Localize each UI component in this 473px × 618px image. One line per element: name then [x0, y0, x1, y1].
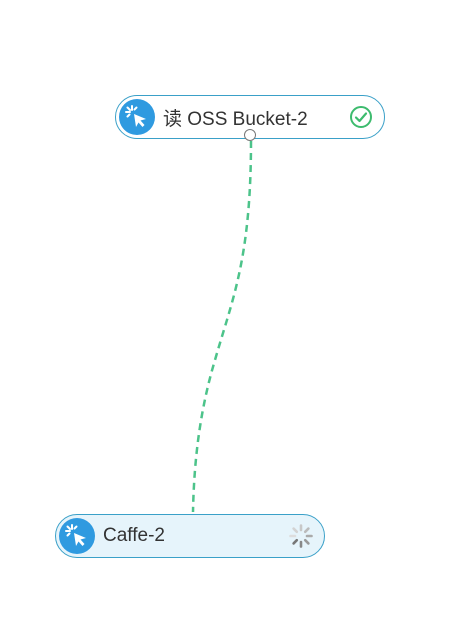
- loading-spinner-icon: [288, 523, 314, 549]
- check-circle-icon: [348, 104, 374, 130]
- node-label: 读 OSS Bucket-2: [163, 108, 308, 130]
- output-port[interactable]: [244, 129, 256, 141]
- node-label: Caffe-2: [103, 525, 165, 546]
- workflow-canvas[interactable]: 读 OSS Bucket-2 Caffe-2: [0, 0, 473, 618]
- node-caffe[interactable]: Caffe-2: [55, 514, 325, 558]
- cursor-click-icon: [59, 518, 95, 554]
- cursor-click-icon: [119, 99, 155, 135]
- edge-path[interactable]: [191, 140, 253, 513]
